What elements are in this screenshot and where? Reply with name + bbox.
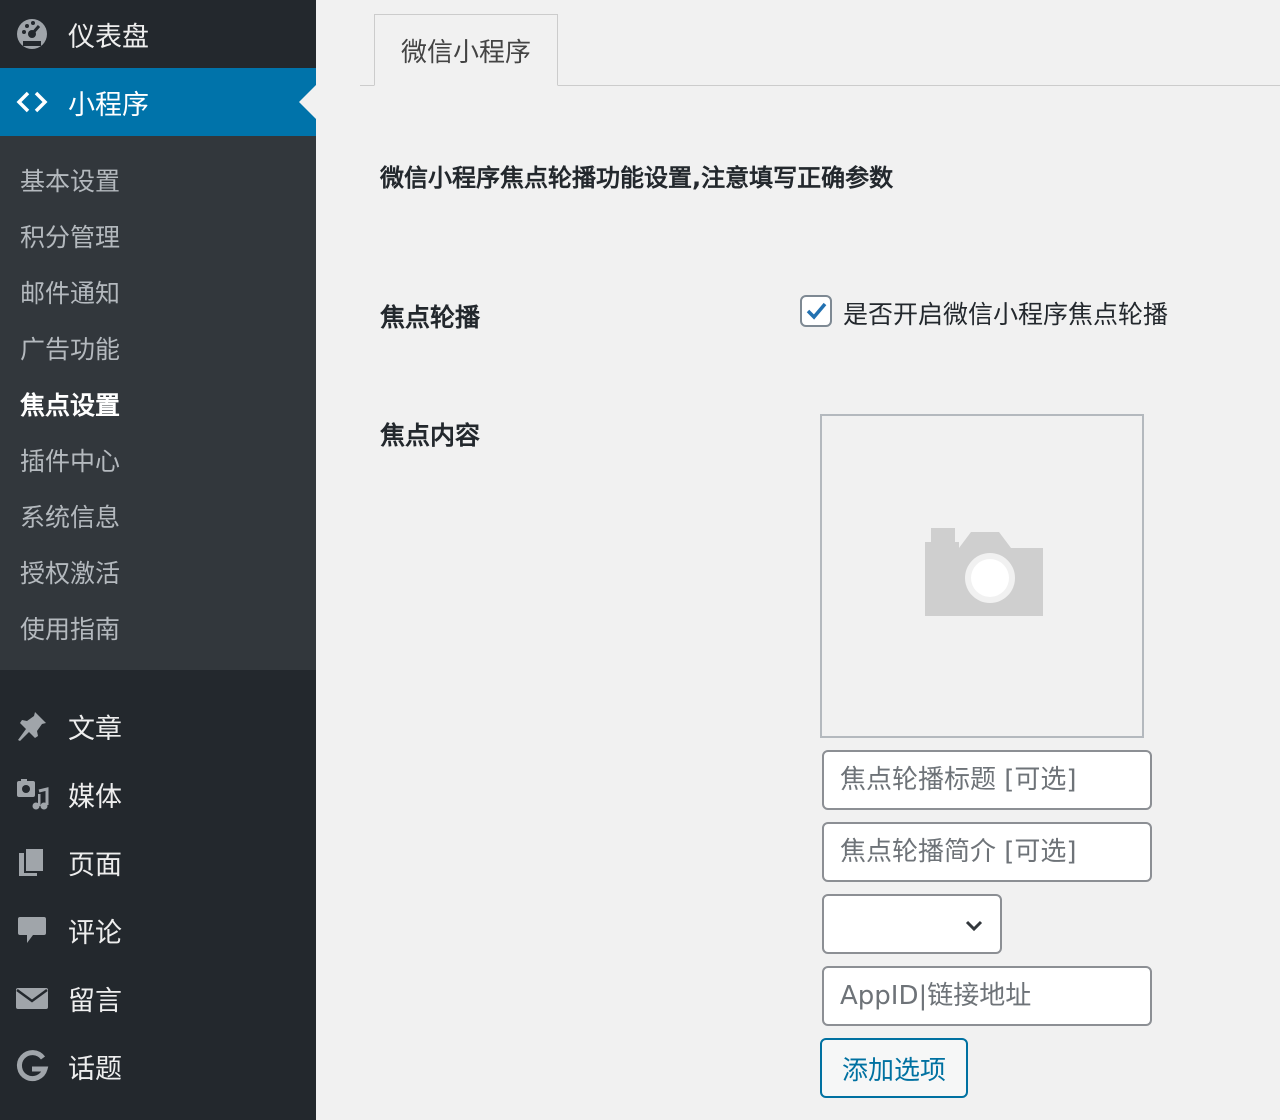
submenu-item-activation[interactable]: 授权激活	[20, 554, 120, 590]
menu-item-messages[interactable]: 留言	[0, 964, 316, 1032]
menu-item-media[interactable]: 媒体	[0, 760, 316, 828]
menu-item-label: 评论	[68, 917, 122, 949]
submenu-item-system-info[interactable]: 系统信息	[20, 498, 120, 534]
submenu-item-points[interactable]: 积分管理	[20, 218, 120, 254]
add-option-button[interactable]: 添加选项	[820, 1038, 968, 1098]
code-icon	[14, 84, 50, 120]
submenu-item-basic-settings[interactable]: 基本设置	[20, 162, 120, 198]
submenu: 基本设置 积分管理 邮件通知 广告功能 焦点设置 插件中心 系统信息 授权激活 …	[0, 136, 316, 670]
link-address-input[interactable]	[822, 966, 1152, 1026]
menu-item-label: 仪表盘	[68, 21, 149, 53]
comment-icon	[14, 912, 50, 948]
menu-item-pages[interactable]: 页面	[0, 828, 316, 896]
dashboard-icon	[14, 16, 50, 52]
link-type-select[interactable]	[822, 894, 1002, 954]
content-field-label: 焦点内容	[380, 421, 481, 450]
menu-item-label: 媒体	[68, 781, 122, 813]
menu-item-label: 文章	[68, 713, 122, 745]
menu-item-posts[interactable]: 文章	[0, 692, 316, 760]
camera-icon	[925, 528, 1043, 616]
envelope-icon	[14, 980, 50, 1016]
admin-sidebar: 仪表盘 小程序 基本设置 积分管理 邮件通知 广告功能 焦点设置 插件中心 系统…	[0, 0, 316, 1120]
carousel-field-label: 焦点轮播	[380, 303, 481, 332]
menu-item-topics[interactable]: 话题	[0, 1032, 316, 1100]
image-upload-box[interactable]	[820, 414, 1144, 738]
submenu-item-plugins[interactable]: 插件中心	[20, 442, 120, 478]
enable-carousel-checkbox[interactable]	[800, 295, 832, 327]
menu-item-comments[interactable]: 评论	[0, 896, 316, 964]
checkmark-icon	[806, 302, 827, 320]
submenu-item-email[interactable]: 邮件通知	[20, 274, 120, 310]
pushpin-icon	[14, 708, 50, 744]
g-icon	[14, 1048, 50, 1084]
menu-item-label: 留言	[68, 985, 122, 1017]
carousel-summary-input[interactable]	[822, 822, 1152, 882]
menu-item-miniprogram[interactable]: 小程序	[0, 68, 316, 136]
submenu-item-focus[interactable]: 焦点设置	[20, 386, 120, 422]
section-description: 微信小程序焦点轮播功能设置,注意填写正确参数	[380, 164, 894, 192]
submenu-item-guide[interactable]: 使用指南	[20, 610, 120, 646]
page-icon	[14, 844, 50, 880]
carousel-title-input[interactable]	[822, 750, 1152, 810]
enable-carousel-label[interactable]: 是否开启微信小程序焦点轮播	[843, 295, 1168, 331]
menu-item-label: 页面	[68, 849, 122, 881]
tab-wechat-miniprogram[interactable]: 微信小程序	[374, 14, 558, 86]
media-icon	[14, 776, 50, 812]
submenu-item-ads[interactable]: 广告功能	[20, 330, 120, 366]
chevron-down-icon	[965, 920, 983, 932]
menu-item-label: 话题	[68, 1053, 122, 1085]
menu-item-label: 小程序	[68, 89, 149, 121]
menu-item-dashboard[interactable]: 仪表盘	[0, 0, 316, 68]
